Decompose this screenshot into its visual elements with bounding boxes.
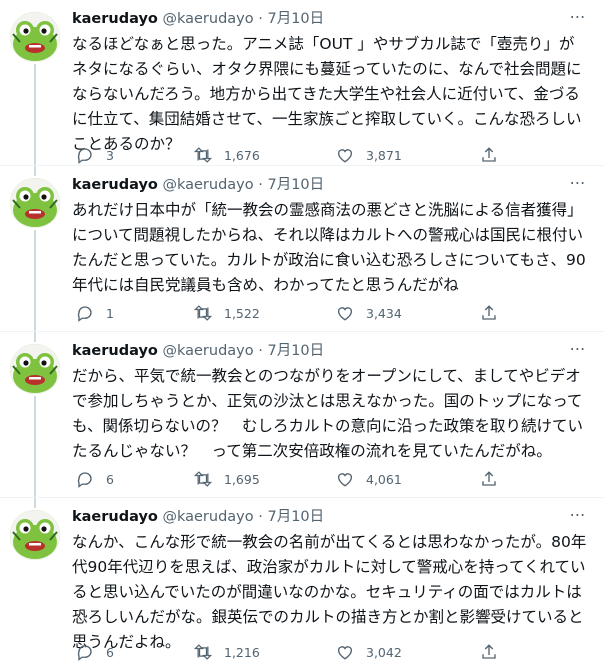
share-icon [480, 146, 498, 164]
display-name[interactable]: kaerudayo [72, 11, 158, 27]
tweet-actions: 6 1,695 4,061 [72, 469, 502, 489]
thread-connector [34, 230, 36, 331]
like-count: 4,061 [366, 471, 402, 487]
like-button[interactable]: 4,061 [336, 469, 402, 489]
reply-icon [76, 643, 94, 661]
reply-count: 6 [106, 471, 114, 487]
user-handle[interactable]: @kaerudayo [162, 177, 253, 193]
retweet-count: 1,676 [224, 147, 260, 163]
user-handle[interactable]: @kaerudayo [162, 11, 253, 27]
display-name[interactable]: kaerudayo [72, 343, 158, 359]
like-icon [336, 146, 354, 164]
display-name[interactable]: kaerudayo [72, 177, 158, 193]
frog-avatar-icon [10, 178, 60, 228]
tweet-text: だから、平気で統一教会とのつながりをオープンにして、ましてやビデオで参加しちゃう… [72, 367, 584, 460]
like-icon [336, 643, 354, 661]
like-count: 3,871 [366, 147, 402, 163]
tweet[interactable]: kaerudayo @kaerudayo · 7月10日 ⋯ だから、平気で統一… [0, 332, 604, 498]
like-button[interactable]: 3,434 [336, 303, 402, 323]
share-button[interactable] [480, 145, 510, 165]
frog-avatar-icon [10, 12, 60, 62]
retweet-icon [194, 304, 212, 322]
share-icon [480, 470, 498, 488]
share-button[interactable] [480, 303, 510, 323]
like-button[interactable]: 3,871 [336, 145, 402, 165]
thread-connector [34, 166, 36, 176]
reply-button[interactable]: 3 [76, 145, 114, 165]
thread-connector [34, 332, 36, 342]
reply-icon [76, 304, 94, 322]
user-handle[interactable]: @kaerudayo [162, 509, 253, 525]
like-icon [336, 304, 354, 322]
reply-button[interactable]: 6 [76, 642, 114, 662]
tweet[interactable]: kaerudayo @kaerudayo · 7月10日 ⋯ なんか、こんな形で… [0, 498, 604, 669]
tweet-header: kaerudayo @kaerudayo · 7月10日 [72, 507, 564, 527]
separator: · [258, 177, 263, 193]
separator: · [258, 509, 263, 525]
tweet-actions: 1 1,522 3,434 [72, 303, 502, 323]
tweet-date[interactable]: 7月10日 [267, 343, 324, 359]
share-button[interactable] [480, 642, 510, 662]
like-count: 3,434 [366, 305, 402, 321]
retweet-icon [194, 643, 212, 661]
avatar[interactable] [10, 178, 60, 228]
more-icon[interactable]: ⋯ [566, 506, 590, 528]
frog-avatar-icon [10, 510, 60, 560]
tweet-header: kaerudayo @kaerudayo · 7月10日 [72, 341, 564, 361]
frog-avatar-icon [10, 344, 60, 394]
avatar[interactable] [10, 12, 60, 62]
retweet-count: 1,216 [224, 644, 260, 660]
separator: · [258, 11, 263, 27]
like-count: 3,042 [366, 644, 402, 660]
tweet-date[interactable]: 7月10日 [267, 509, 324, 525]
thread-connector [34, 64, 36, 165]
retweet-icon [194, 470, 212, 488]
thread-connector [34, 396, 36, 497]
tweet-text: あれだけ日本中が「統一教会の霊感商法の悪どさと洗脳による信者獲得」について問題視… [72, 201, 586, 294]
more-icon[interactable]: ⋯ [566, 8, 590, 30]
reply-button[interactable]: 6 [76, 469, 114, 489]
retweet-count: 1,695 [224, 471, 260, 487]
reply-icon [76, 146, 94, 164]
retweet-count: 1,522 [224, 305, 260, 321]
reply-count: 6 [106, 644, 114, 660]
display-name[interactable]: kaerudayo [72, 509, 158, 525]
retweet-button[interactable]: 1,676 [194, 145, 260, 165]
more-icon[interactable]: ⋯ [566, 340, 590, 362]
more-icon[interactable]: ⋯ [566, 174, 590, 196]
thread: kaerudayo @kaerudayo · 7月10日 ⋯ なるほどなぁと思っ… [0, 0, 604, 669]
tweet-header: kaerudayo @kaerudayo · 7月10日 [72, 9, 564, 29]
user-handle[interactable]: @kaerudayo [162, 343, 253, 359]
tweet-actions: 3 1,676 3,871 [72, 145, 502, 165]
retweet-button[interactable]: 1,216 [194, 642, 260, 662]
retweet-button[interactable]: 1,522 [194, 303, 260, 323]
tweet-text: なるほどなぁと思った。アニメ誌「OUT 」やサブカル誌で「壺売り」がネタになるぐ… [72, 35, 582, 153]
retweet-icon [194, 146, 212, 164]
share-button[interactable] [480, 469, 510, 489]
reply-icon [76, 470, 94, 488]
like-icon [336, 470, 354, 488]
share-icon [480, 304, 498, 322]
separator: · [258, 343, 263, 359]
tweet-header: kaerudayo @kaerudayo · 7月10日 [72, 175, 564, 195]
retweet-button[interactable]: 1,695 [194, 469, 260, 489]
reply-count: 3 [106, 147, 114, 163]
tweet-date[interactable]: 7月10日 [267, 11, 324, 27]
like-button[interactable]: 3,042 [336, 642, 402, 662]
avatar[interactable] [10, 510, 60, 560]
tweet-date[interactable]: 7月10日 [267, 177, 324, 193]
tweet[interactable]: kaerudayo @kaerudayo · 7月10日 ⋯ なるほどなぁと思っ… [0, 0, 604, 166]
thread-connector [34, 498, 36, 508]
share-icon [480, 643, 498, 661]
tweet-actions: 6 1,216 3,042 [72, 642, 502, 662]
reply-count: 1 [106, 305, 114, 321]
avatar[interactable] [10, 344, 60, 394]
reply-button[interactable]: 1 [76, 303, 114, 323]
tweet[interactable]: kaerudayo @kaerudayo · 7月10日 ⋯ あれだけ日本中が「… [0, 166, 604, 332]
tweet-text: なんか、こんな形で統一教会の名前が出てくるとは思わなかったが。80年代90年代辺… [72, 533, 587, 651]
